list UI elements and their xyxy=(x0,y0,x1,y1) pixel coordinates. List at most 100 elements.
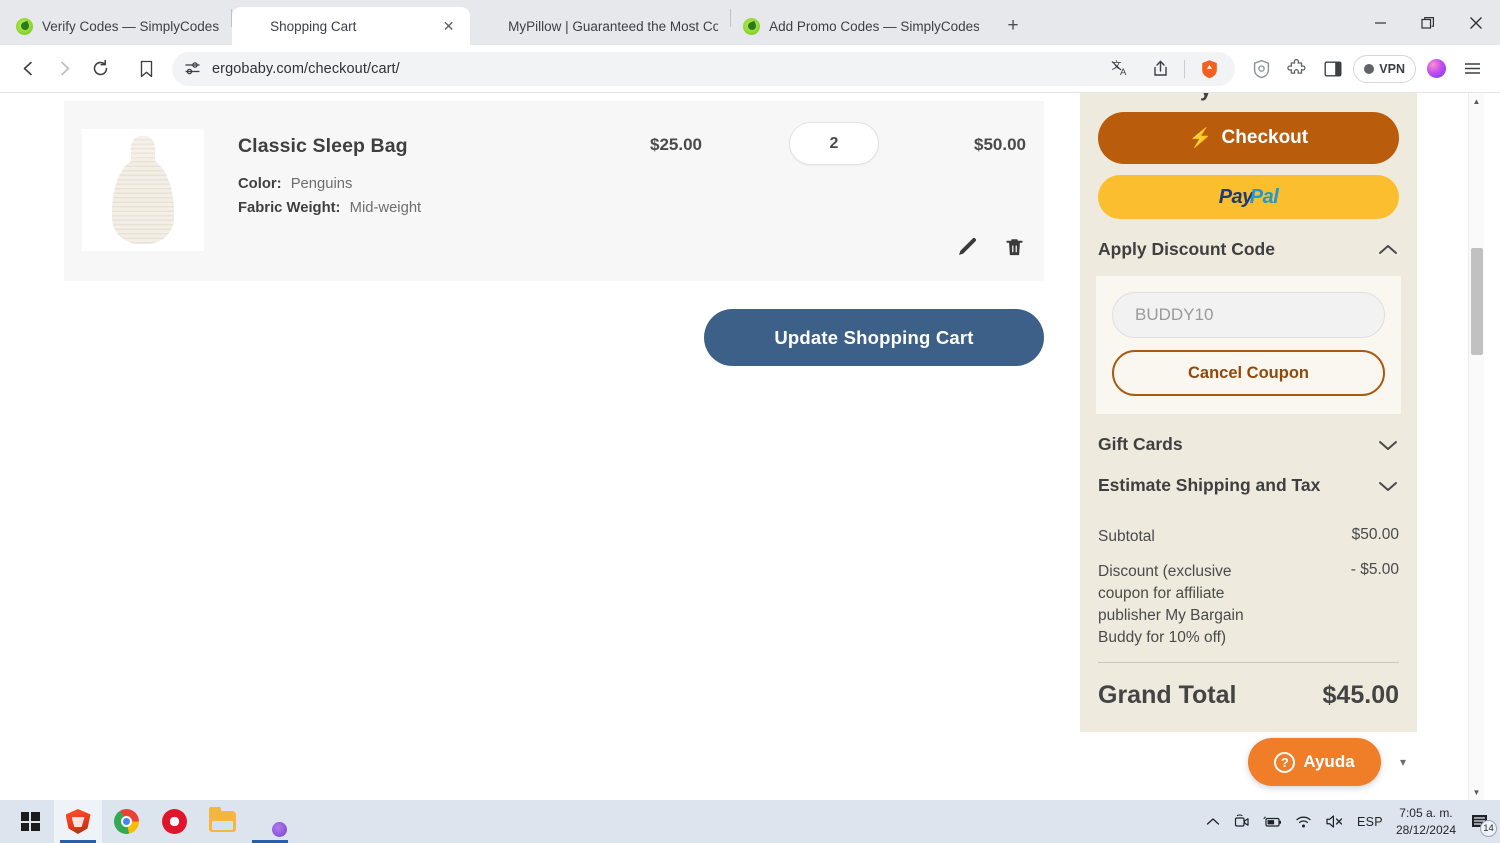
battery-icon[interactable] xyxy=(1263,815,1282,829)
volume-muted-icon[interactable] xyxy=(1325,814,1344,829)
share-icon[interactable] xyxy=(1144,53,1176,85)
discount-code-input[interactable]: BUDDY10 xyxy=(1112,292,1385,338)
system-tray: ESP 7:05 a. m. 28/12/2024 14 xyxy=(1206,805,1500,837)
update-shopping-cart-button[interactable]: Update Shopping Cart xyxy=(704,309,1044,366)
chevron-up-icon[interactable] xyxy=(1206,817,1220,827)
coupon-panel: BUDDY10 Cancel Coupon xyxy=(1096,276,1401,414)
browser-window: Verify Codes — SimplyCodes Shopping Cart… xyxy=(0,0,1500,843)
grand-total-row: Grand Total $45.00 xyxy=(1098,681,1399,710)
site-settings-icon[interactable] xyxy=(182,59,202,79)
option-label: Color: xyxy=(238,176,282,192)
accordion-title: Estimate Shipping and Tax xyxy=(1098,475,1321,495)
vpn-button[interactable]: VPN xyxy=(1353,54,1416,83)
chevron-down-icon xyxy=(1377,479,1399,493)
product-option-fabric-weight: Fabric Weight: Mid-weight xyxy=(238,200,1024,216)
cart-items-area: Classic Sleep Bag Color: Penguins Fabric… xyxy=(64,101,1044,366)
omnibox-actions: 文 A xyxy=(1104,53,1225,85)
scroll-up-arrow[interactable]: ▲ xyxy=(1469,93,1484,109)
chevron-down-icon xyxy=(1377,438,1399,452)
maximize-button[interactable] xyxy=(1404,0,1452,45)
scroll-down-arrow[interactable]: ▼ xyxy=(1469,784,1484,800)
reload-icon[interactable] xyxy=(84,53,116,85)
shield-icon[interactable] xyxy=(1245,53,1277,85)
back-icon[interactable] xyxy=(12,53,44,85)
opera-icon xyxy=(161,809,187,834)
brave-shields-icon[interactable] xyxy=(1193,53,1225,85)
accordion-title: Gift Cards xyxy=(1098,434,1183,454)
translate-icon[interactable]: 文 A xyxy=(1104,53,1136,85)
product-thumbnail[interactable] xyxy=(82,129,204,251)
tab-title: MyPillow | Guaranteed the Most Co xyxy=(508,18,719,34)
checkout-button[interactable]: ⚡ Checkout xyxy=(1098,112,1399,164)
help-chat-button[interactable]: ? Ayuda xyxy=(1248,738,1381,786)
line-subtotal: $50.00 xyxy=(974,135,1026,154)
estimate-shipping-tax-accordion[interactable]: Estimate Shipping and Tax xyxy=(1098,471,1399,512)
windows-start-icon[interactable] xyxy=(6,800,54,843)
product-name[interactable]: Classic Sleep Bag xyxy=(238,135,1024,158)
divider xyxy=(1184,59,1186,78)
new-tab-button[interactable]: + xyxy=(998,11,1028,41)
lightning-bolt-icon: ⚡ xyxy=(1188,127,1213,149)
tab-strip: Verify Codes — SimplyCodes Shopping Cart… xyxy=(0,0,1500,45)
bookmark-icon[interactable] xyxy=(130,53,162,85)
folder-icon xyxy=(208,807,236,832)
sidebar-panel-icon[interactable] xyxy=(1317,53,1349,85)
tab-title: Verify Codes — SimplyCodes xyxy=(42,18,220,34)
taskbar-file-explorer[interactable] xyxy=(198,800,246,843)
total-value: $50.00 xyxy=(1351,526,1399,543)
brave-lion-icon xyxy=(65,809,91,834)
product-option-color: Color: Penguins xyxy=(238,176,1024,192)
apply-discount-code-accordion[interactable]: Apply Discount Code xyxy=(1098,219,1399,276)
pencil-edit-icon[interactable] xyxy=(955,235,979,259)
total-value: - $5.00 xyxy=(1350,561,1399,578)
cancel-coupon-button[interactable]: Cancel Coupon xyxy=(1112,350,1385,396)
svg-text:A: A xyxy=(1120,67,1127,78)
total-row-discount: Discount (exclusive coupon for affiliate… xyxy=(1098,561,1399,649)
close-button[interactable] xyxy=(1452,0,1500,45)
leo-ai-orb-icon[interactable] xyxy=(1420,53,1452,85)
scrollbar-thumb[interactable] xyxy=(1471,248,1483,355)
total-label: Subtotal xyxy=(1098,528,1155,545)
paypal-button[interactable]: Pay Pal xyxy=(1098,175,1399,219)
browser-tab-verify-codes[interactable]: Verify Codes — SimplyCodes xyxy=(4,7,231,45)
cart-item-row: Classic Sleep Bag Color: Penguins Fabric… xyxy=(64,101,1044,281)
question-mark-icon: ? xyxy=(1274,751,1296,773)
quantity-input[interactable]: 2 xyxy=(789,122,879,165)
forward-icon[interactable] xyxy=(48,53,80,85)
page-scrollbar[interactable]: ▲ ▼ xyxy=(1468,93,1484,800)
unit-price: $25.00 xyxy=(650,135,702,154)
notifications-icon[interactable]: 14 xyxy=(1469,812,1497,837)
grand-total-value: $45.00 xyxy=(1322,681,1399,709)
browser-tab-add-promo-codes[interactable]: Add Promo Codes — SimplyCodes xyxy=(731,7,991,45)
trash-delete-icon[interactable] xyxy=(1003,236,1026,259)
taskbar-brave-simplycodes[interactable] xyxy=(246,800,294,843)
browser-tab-mypillow[interactable]: MyPillow | Guaranteed the Most Co xyxy=(470,7,730,45)
address-bar[interactable]: ergobaby.com/checkout/cart/ 文 A xyxy=(172,51,1236,86)
extensions-puzzle-icon[interactable] xyxy=(1281,53,1313,85)
taskbar-google-chrome[interactable] xyxy=(102,800,150,843)
total-label: Discount (exclusive coupon for affiliate… xyxy=(1098,563,1244,646)
close-icon[interactable]: ✕ xyxy=(439,17,458,36)
browser-tab-shopping-cart[interactable]: Shopping Cart ✕ xyxy=(232,7,471,45)
accordion-title: Apply Discount Code xyxy=(1098,239,1275,259)
language-indicator[interactable]: ESP xyxy=(1357,815,1383,829)
gift-cards-accordion[interactable]: Gift Cards xyxy=(1098,414,1399,471)
chevron-up-icon xyxy=(1377,243,1399,257)
page-viewport: Classic Sleep Bag Color: Penguins Fabric… xyxy=(0,93,1500,800)
help-label: Ayuda xyxy=(1303,752,1355,771)
camera-icon[interactable] xyxy=(1233,813,1250,830)
taskbar-opera-browser[interactable] xyxy=(150,800,198,843)
url-text: ergobaby.com/checkout/cart/ xyxy=(212,60,400,77)
hamburger-menu-icon[interactable] xyxy=(1456,53,1488,85)
wifi-icon[interactable] xyxy=(1295,815,1312,829)
clock[interactable]: 7:05 a. m. 28/12/2024 xyxy=(1396,805,1456,837)
help-collapse-icon[interactable]: ▾ xyxy=(1400,755,1406,769)
tab-title: Add Promo Codes — SimplyCodes xyxy=(769,18,980,34)
product-info: Classic Sleep Bag Color: Penguins Fabric… xyxy=(238,129,1024,216)
taskbar-brave-browser[interactable] xyxy=(54,800,102,843)
option-value: Mid-weight xyxy=(349,200,422,216)
sleep-bag-image xyxy=(112,136,174,244)
clipped-heading: y xyxy=(1098,93,1399,109)
totals-list: Subtotal $50.00 Discount (exclusive coup… xyxy=(1098,512,1399,710)
minimize-button[interactable] xyxy=(1356,0,1404,45)
